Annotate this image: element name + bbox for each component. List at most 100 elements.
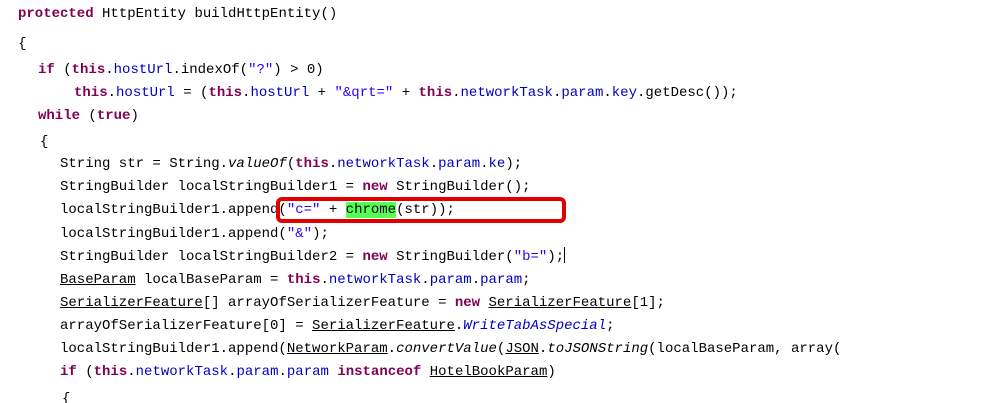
code-text: StringBuilder localStringBuilder1 = <box>60 179 363 195</box>
code-text: . <box>471 272 481 288</box>
code-line-open-brace: { <box>18 34 26 54</box>
code-text: ( <box>76 364 94 380</box>
code-line-method-signature: protected HttpEntity buildHttpEntity() <box>18 4 337 24</box>
class-serializerfeature[interactable]: SerializerFeature <box>489 295 632 311</box>
field-ke: ke <box>488 156 506 172</box>
class-json[interactable]: JSON <box>505 341 539 357</box>
keyword-new: new <box>362 249 388 265</box>
field-param: param <box>480 272 523 288</box>
keyword-new: new <box>454 295 481 311</box>
code-text: ) > 0) <box>273 62 324 78</box>
keyword-this: this <box>93 364 128 380</box>
code-text: ( <box>80 108 97 124</box>
brace: { <box>40 134 49 150</box>
code-text: ( <box>286 156 296 172</box>
code-text: . <box>107 85 117 101</box>
keyword-if: if <box>38 62 55 78</box>
field-param: param <box>561 85 604 101</box>
code-line-if-instanceof: if (this.networkTask.param.param instanc… <box>60 362 556 382</box>
field-param: param <box>438 156 481 172</box>
constant-writetabasspecial: WriteTabAsSpecial <box>463 318 607 334</box>
class-hotelbookparam[interactable]: HotelBookParam <box>430 364 548 380</box>
method-signature: HttpEntity buildHttpEntity() <box>93 6 338 22</box>
code-text: + <box>320 202 346 218</box>
keyword-this: this <box>74 85 108 101</box>
code-line-append-convert: localStringBuilder1.append(NetworkParam.… <box>60 339 841 359</box>
code-text: StringBuilder(); <box>387 179 531 195</box>
code-text: ) <box>130 108 139 124</box>
code-text: .indexOf( <box>172 62 249 78</box>
string-literal: "?" <box>248 62 274 78</box>
code-line-while-brace: { <box>40 132 48 152</box>
field-hosturl: hostUrl <box>116 85 175 101</box>
code-text: . <box>452 85 461 101</box>
string-literal: "&qrt=" <box>334 85 394 101</box>
keyword-new: new <box>362 179 388 195</box>
code-text: localBaseParam = <box>135 272 287 288</box>
code-text: StringBuilder localStringBuilder2 = <box>60 249 363 265</box>
code-text: String str = String. <box>60 156 229 172</box>
code-line-baseparam: BaseParam localBaseParam = this.networkT… <box>60 270 531 290</box>
class-baseparam[interactable]: BaseParam <box>60 272 136 288</box>
code-text: (localBaseParam, array( <box>648 341 842 357</box>
brace: { <box>62 391 71 403</box>
code-editor[interactable]: protected HttpEntity buildHttpEntity() {… <box>0 0 1004 403</box>
method-tojsonstring: toJSONString <box>547 341 649 357</box>
class-serializerfeature[interactable]: SerializerFeature <box>312 318 455 334</box>
field-networktask: networkTask <box>337 156 430 172</box>
code-text: . <box>429 156 439 172</box>
field-param: param <box>236 364 279 380</box>
method-valueof: valueOf <box>228 156 287 172</box>
field-hosturl: hostUrl <box>113 62 173 78</box>
code-line-stringbuilder2: StringBuilder localStringBuilder2 = new … <box>60 247 566 267</box>
code-text: (str)); <box>396 202 455 218</box>
keyword-true: true <box>96 108 131 124</box>
code-text: ); <box>547 249 565 265</box>
text-cursor <box>564 247 566 263</box>
code-line-while: while (true) <box>38 106 139 126</box>
keyword-this: this <box>418 85 453 101</box>
code-line-append-amp: localStringBuilder1.append("&"); <box>60 224 329 244</box>
field-param: param <box>286 364 329 380</box>
code-text: .getDesc()); <box>637 85 738 101</box>
keyword-this: this <box>208 85 243 101</box>
string-literal: "&" <box>286 226 313 242</box>
string-literal: "b=" <box>513 249 548 265</box>
code-text: arrayOfSerializerFeature[0] = <box>60 318 313 334</box>
code-text: . <box>105 62 114 78</box>
brace: { <box>18 36 27 52</box>
class-networkparam[interactable]: NetworkParam <box>287 341 388 357</box>
code-text: . <box>328 156 338 172</box>
code-text: StringBuilder( <box>387 249 514 265</box>
code-text: . <box>127 364 136 380</box>
code-line-append-chrome: localStringBuilder1.append("c=" + chrome… <box>60 200 455 220</box>
code-line-if-hosturl: if (this.hostUrl.indexOf("?") > 0) <box>38 60 324 80</box>
code-text: . <box>320 272 329 288</box>
code-text: . <box>387 341 397 357</box>
code-text: . <box>421 272 430 288</box>
field-networktask: networkTask <box>135 364 229 380</box>
class-serializerfeature[interactable]: SerializerFeature <box>60 295 203 311</box>
code-text: localStringBuilder1.append( <box>60 341 287 357</box>
code-text: ; <box>522 272 531 288</box>
code-text: localStringBuilder1.append( <box>60 226 287 242</box>
string-literal: "c=" <box>286 202 321 218</box>
field-networktask: networkTask <box>328 272 422 288</box>
code-line-serializer-array: SerializerFeature[] arrayOfSerializerFea… <box>60 293 665 313</box>
highlighted-chrome: chrome <box>345 202 397 218</box>
code-text: localStringBuilder1.append( <box>60 202 287 218</box>
code-line-if-brace: { <box>62 389 70 403</box>
method-convertvalue: convertValue <box>396 341 497 357</box>
code-text: + <box>309 85 335 101</box>
code-line-serializer-assign: arrayOfSerializerFeature[0] = Serializer… <box>60 316 615 336</box>
code-text: ); <box>505 156 523 172</box>
code-text: + <box>393 85 419 101</box>
code-text: ; <box>606 318 615 334</box>
keyword-protected: protected <box>18 6 94 22</box>
code-line-string-str: String str = String.valueOf(this.network… <box>60 154 522 174</box>
field-hosturl: hostUrl <box>250 85 310 101</box>
field-param: param <box>429 272 472 288</box>
keyword-this: this <box>295 156 329 172</box>
